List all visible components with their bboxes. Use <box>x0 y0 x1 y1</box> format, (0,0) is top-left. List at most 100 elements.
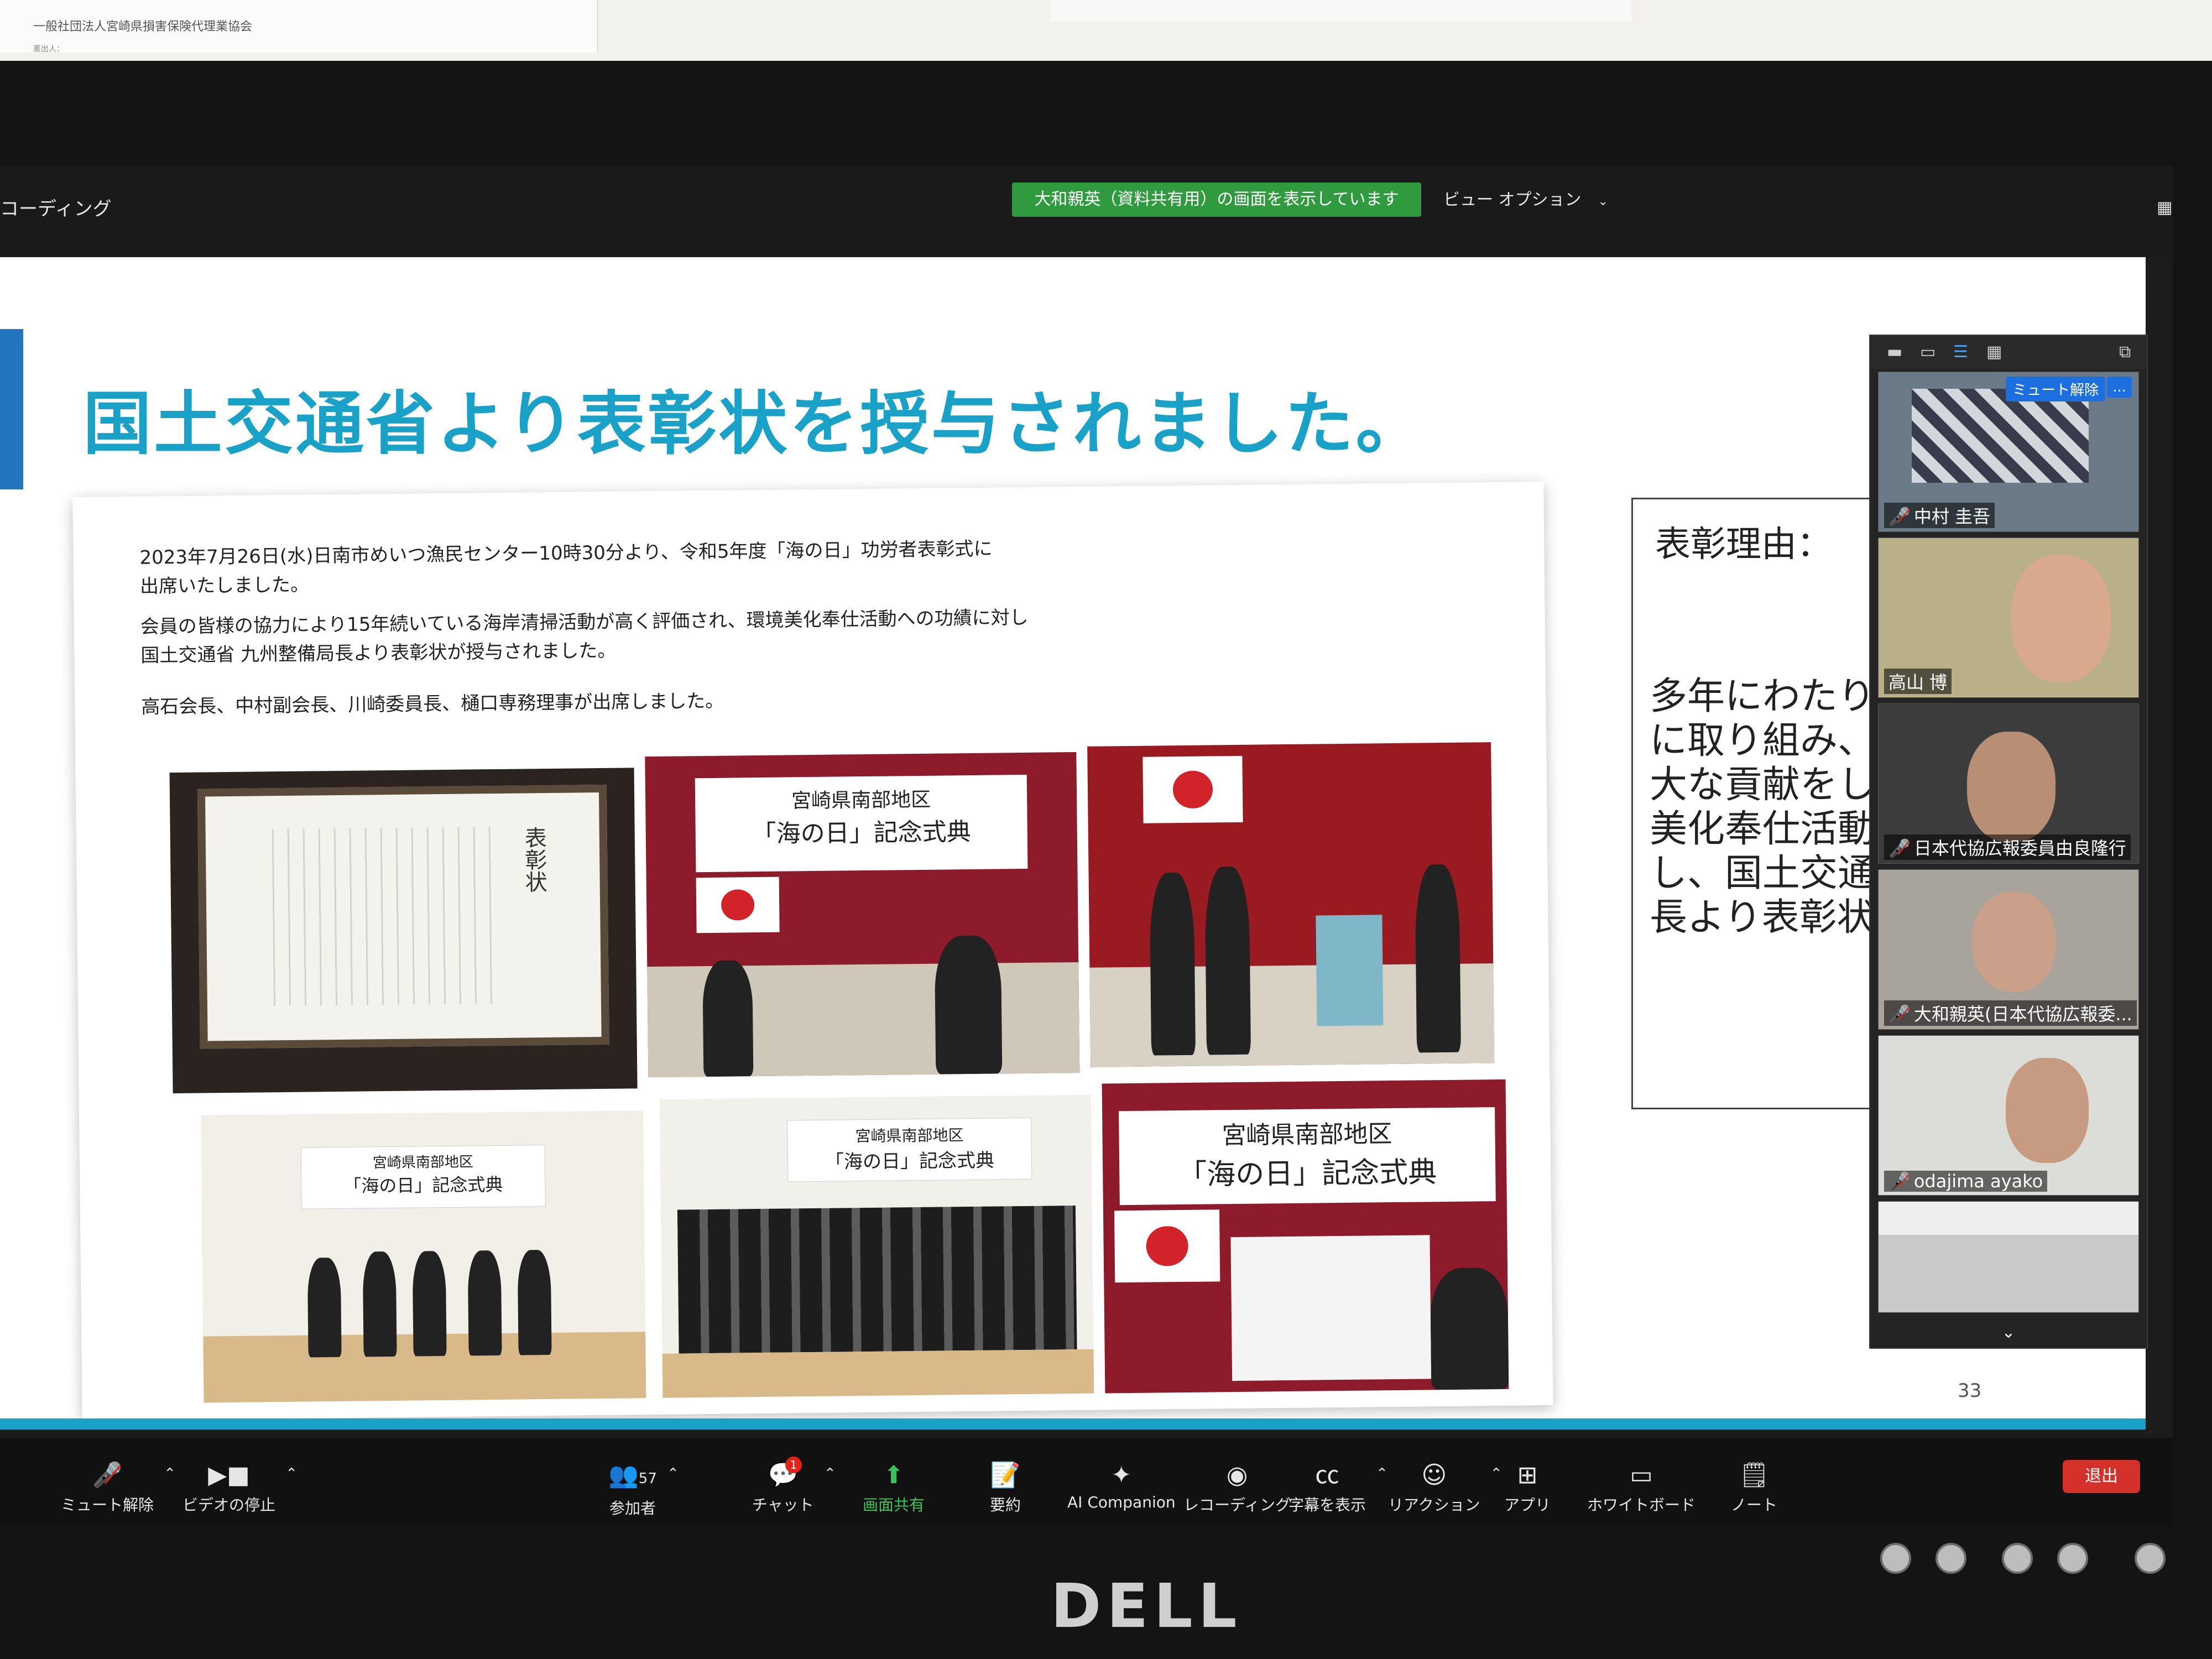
gallery-header: ▬ ▭ ☰ ▦ ⧉ <box>1870 336 2147 369</box>
view-options-button[interactable]: ビュー オプション ⌄ <box>1443 186 1608 210</box>
caret-up-icon[interactable]: ⌃ <box>667 1465 679 1482</box>
notes-icon: 🗒 <box>1739 1461 1770 1489</box>
whiteboard-button[interactable]: ▭ ホワイトボード <box>1587 1460 1695 1515</box>
recording-label: コーディング <box>0 198 112 220</box>
participant-tile[interactable]: ミュート解除 ... 🎤̸ 中村 圭吾 <box>1878 372 2139 532</box>
slide-paragraph: 出席いたしました。 <box>139 573 310 598</box>
participant-tile[interactable]: 🎤̸ 日本代協広報委員由良隆行 <box>1878 703 2139 864</box>
photo-group-small: 宮崎県南部地区 「海の日」記念式典 <box>201 1110 646 1403</box>
participant-tile[interactable] <box>1878 1201 2139 1313</box>
participant-face <box>1967 732 2056 842</box>
share-screen-button[interactable]: ⬆ 画面共有 <box>863 1460 925 1515</box>
certificate-title: 表彰状 <box>520 826 547 893</box>
attendee <box>362 1251 397 1357</box>
captions-icon: ㏄ <box>1315 1461 1339 1489</box>
attendee <box>307 1257 342 1358</box>
chat-icon: 💬 1 <box>752 1457 814 1491</box>
more-options-button[interactable]: ... <box>2107 377 2132 398</box>
banner-line2: 「海の日」記念式典 <box>752 817 972 849</box>
japan-flag <box>1114 1209 1220 1283</box>
banner-line2: 「海の日」記念式典 <box>343 1173 503 1197</box>
monitor-button[interactable] <box>1880 1543 1911 1574</box>
participant-tile[interactable]: 高山 博 <box>1878 538 2139 698</box>
participant-face <box>2006 1058 2089 1163</box>
certificate-paper: 表彰状 <box>197 784 609 1049</box>
photo-ceremony-stage: 宮崎県南部地区 「海の日」記念式典 <box>645 752 1080 1078</box>
monitor-button[interactable] <box>1936 1543 1966 1574</box>
muted-mic-icon: 🎤̸ <box>1888 506 1911 527</box>
chat-badge: 1 <box>785 1457 802 1473</box>
muted-mic-icon: 🎤̸ <box>1888 1004 1911 1025</box>
mute-button[interactable]: 🎤̸ ミュート解除 ⌃ <box>61 1460 176 1515</box>
recording-button[interactable]: ◉ レコーディング <box>1183 1460 1291 1515</box>
monitor-brand-logo: DELL <box>1051 1571 1243 1641</box>
popout-icon[interactable]: ⧉ <box>2119 342 2131 362</box>
stage-floor <box>662 1349 1094 1398</box>
attendee <box>1415 864 1461 1053</box>
ceremony-banner: 宮崎県南部地区 「海の日」記念式典 <box>787 1117 1032 1182</box>
reactions-button[interactable]: ☺ リアクション ⌃ <box>1388 1460 1503 1515</box>
slide-footer-bar <box>0 1418 2146 1430</box>
ceremony-banner: 宮崎県南部地区 「海の日」記念式典 <box>695 774 1028 873</box>
photo-group-large: 宮崎県南部地区 「海の日」記念式典 <box>659 1094 1094 1398</box>
slide-paragraph: 会員の皆様の協力により15年続いている海岸清掃活動が高く評価され、環境美化奉仕活… <box>140 606 1029 638</box>
summary-button[interactable]: 📝 要約 <box>990 1460 1021 1515</box>
banner-line1: 宮崎県南部地区 <box>855 1126 964 1146</box>
share-screen-icon: ⬆ <box>883 1461 904 1489</box>
leave-button[interactable]: 退出 <box>2063 1460 2140 1493</box>
power-button[interactable] <box>2135 1543 2166 1574</box>
participant-tile[interactable]: 🎤̸ 大和親英(日本代協広報委... <box>1878 869 2139 1030</box>
muted-mic-icon: 🎤̸ <box>92 1461 123 1489</box>
unmute-button[interactable]: ミュート解除 <box>2005 377 2105 401</box>
chevron-down-icon[interactable]: ⌄ <box>1870 1323 2147 1342</box>
attendee <box>412 1250 447 1357</box>
caret-up-icon[interactable]: ⌃ <box>164 1465 176 1482</box>
ceremony-banner: 宮崎県南部地区 「海の日」記念式典 <box>1119 1107 1496 1206</box>
caret-up-icon[interactable]: ⌃ <box>1376 1465 1388 1482</box>
slide-title: 国土交通省より表彰状を授与されました。 <box>83 384 1427 464</box>
captions-button[interactable]: ㏄字幕を表示 ⌃ <box>1288 1460 1388 1515</box>
chat-button[interactable]: 💬 1 チャット ⌃ <box>752 1457 836 1515</box>
photo-certificate: 表彰状 <box>169 768 638 1094</box>
participant-tile[interactable]: 🎤̸ odajima ayako <box>1878 1035 2139 1196</box>
video-camera-icon: ▶■ <box>208 1461 250 1489</box>
notes-button[interactable]: 🗒 ノート <box>1731 1460 1777 1515</box>
caret-up-icon[interactable]: ⌃ <box>1490 1465 1503 1482</box>
certificate-text-lines <box>272 826 506 1006</box>
japan-flag <box>1142 755 1243 823</box>
zoom-window: コーディング 大和親英（資料共有用）の画面を表示しています ビュー オプション ⌄… <box>0 166 2173 1526</box>
participants-button[interactable]: 👥57 参加者 ⌃ <box>608 1460 679 1519</box>
view-options-label: ビュー オプション <box>1443 190 1582 210</box>
strip-view-icon[interactable]: ☰ <box>1953 342 1968 362</box>
speaker-view-icon[interactable]: ▭ <box>1920 342 1936 362</box>
apps-button[interactable]: ⊞ アプリ <box>1504 1460 1551 1515</box>
caret-up-icon[interactable]: ⌃ <box>285 1465 298 1482</box>
monitor-button[interactable] <box>2002 1543 2033 1574</box>
reaction-smile-icon: ☺ <box>1421 1461 1447 1489</box>
monitor-button[interactable] <box>2057 1543 2088 1574</box>
photo-card: 2023年7月26日(水)日南市めいつ漁民センター10時30分より、令和5年度「… <box>72 482 1553 1421</box>
participant-face <box>2011 555 2111 682</box>
slide-paragraph: 2023年7月26日(水)日南市めいつ漁民センター10時30分より、令和5年度「… <box>139 538 993 569</box>
caret-up-icon[interactable]: ⌃ <box>824 1465 836 1482</box>
stage-screen <box>1230 1235 1432 1381</box>
attendee <box>1149 872 1196 1056</box>
display-button[interactable]: ▦ 表示 <box>2157 194 2173 218</box>
participants-icon: 👥57 <box>608 1461 657 1489</box>
podium <box>1316 915 1384 1026</box>
slide-paragraph: 国土交通省 九州整備局長より表彰状が授与されました。 <box>140 639 617 667</box>
stop-video-button[interactable]: ▶■ ビデオの停止 ⌃ <box>182 1460 298 1515</box>
slide-paragraph: 高石会長、中村副会長、川崎委員長、樋口専務理事が出席しました。 <box>141 690 724 718</box>
banner-line1: 宮崎県南部地区 <box>372 1154 474 1172</box>
document-org-name: 一般社団法人宮崎県損害保険代理業協会 <box>33 20 253 34</box>
muted-mic-icon: 🎤̸ <box>1888 1171 1911 1192</box>
chevron-down-icon: ⌄ <box>1598 195 1608 208</box>
photo-stage-banner: 宮崎県南部地区 「海の日」記念式典 <box>1102 1079 1509 1394</box>
shared-slide: 国土交通省より表彰状を授与されました。 2023年7月26日(水)日南市めいつ漁… <box>0 257 2146 1430</box>
award-reason-heading: 表彰理由： <box>1655 524 1832 565</box>
attendee <box>1204 866 1251 1055</box>
ai-companion-button[interactable]: ✦ AI Companion <box>1067 1460 1176 1511</box>
screen-share-banner: 大和親英（資料共有用）の画面を表示しています <box>1012 182 1421 217</box>
grid-view-icon[interactable]: ▦ <box>1986 342 2002 362</box>
minimize-icon[interactable]: ▬ <box>1887 342 1902 362</box>
